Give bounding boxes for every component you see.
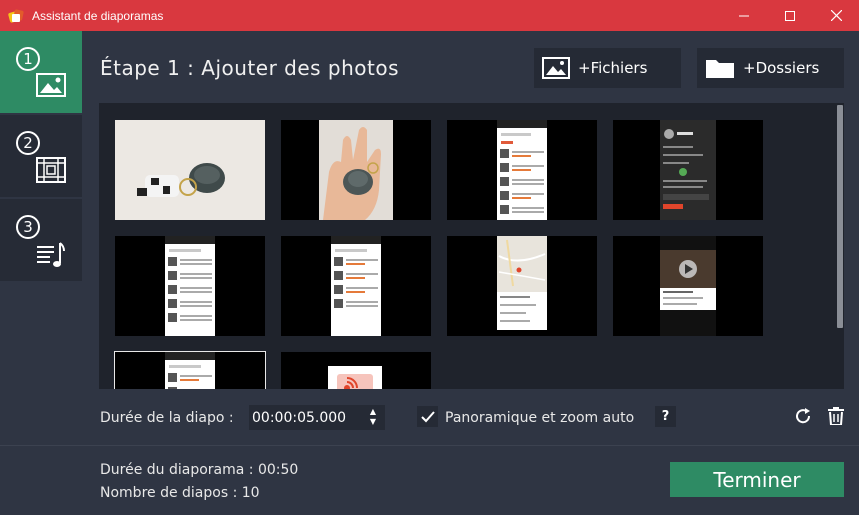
film-transition-icon [36,157,66,183]
title-bar: Assistant de diaporamas [0,0,859,31]
total-duration: Durée du diaporama : 00:50 [100,462,299,478]
thumbnail[interactable] [115,236,265,336]
thumbnail[interactable] [613,120,763,220]
scrollbar-thumb[interactable] [837,105,843,328]
thumbnail[interactable] [613,236,763,336]
add-folders-button[interactable]: +Dossiers [697,48,844,88]
window-title: Assistant de diaporamas [32,8,164,23]
folder-icon [706,60,734,78]
minimize-icon [739,15,749,16]
close-icon [830,10,842,21]
step-1-photos[interactable]: 1 [0,31,82,113]
help-button[interactable]: ? [655,406,676,427]
step-number: 3 [16,215,40,239]
image-icon [542,57,570,79]
duration-spinner[interactable]: ▲ ▼ [365,407,381,428]
thumbnail[interactable] [281,236,431,336]
thumbnail[interactable] [281,120,431,220]
slide-duration-value[interactable]: 00:00:05.000 [252,410,346,426]
step-number: 2 [16,131,40,155]
maximize-icon [785,10,795,21]
thumbnail[interactable] [281,352,431,389]
spin-up-icon[interactable]: ▲ [365,407,381,417]
step-sidebar: 1 2 3 [0,31,82,282]
spin-down-icon[interactable]: ▼ [365,417,381,427]
add-files-label: +Fichiers [578,59,648,77]
delete-button[interactable] [826,406,846,426]
close-button[interactable] [813,0,859,31]
thumbnail[interactable] [115,120,265,220]
add-folders-label: +Dossiers [743,59,820,77]
slide-duration-label: Durée de la diapo : [100,410,234,426]
add-files-button[interactable]: +Fichiers [534,48,681,88]
step-2-transitions[interactable]: 2 [0,115,82,197]
step-number: 1 [16,47,40,71]
rotate-button[interactable] [793,406,813,426]
slide-count: Nombre de diapos : 10 [100,485,260,501]
photo-gallery[interactable] [99,103,844,389]
music-list-icon [37,242,65,267]
thumbnail[interactable] [447,236,597,336]
rotate-icon [796,408,811,424]
finish-button[interactable]: Terminer [670,462,844,497]
image-icon [36,73,66,97]
maximize-button[interactable] [767,0,813,31]
pan-zoom-label[interactable]: Panoramique et zoom auto [445,410,634,426]
gallery-scrollbar[interactable] [836,103,844,389]
thumbnail[interactable] [447,120,597,220]
step-3-music[interactable]: 3 [0,199,82,281]
trash-icon [828,407,844,425]
divider [0,445,859,446]
thumbnail-selected[interactable] [114,351,266,389]
checkmark-icon [420,410,435,422]
page-title: Étape 1 : Ajouter des photos [100,56,400,80]
slide-duration-field[interactable]: 00:00:05.000 ▲ ▼ [249,405,385,430]
pan-zoom-checkbox[interactable] [417,406,438,427]
app-icon [7,8,24,24]
minimize-button[interactable] [721,0,767,31]
